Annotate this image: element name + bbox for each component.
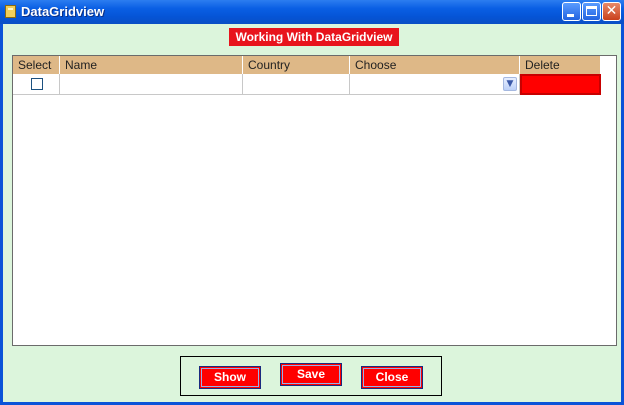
column-header-select[interactable]: Select: [13, 56, 60, 74]
maximize-icon: [586, 6, 597, 16]
form-client-area: Working With DataGridview Select Name Co…: [3, 24, 621, 402]
show-button[interactable]: Show: [199, 366, 261, 389]
name-cell[interactable]: [60, 74, 243, 95]
maximize-button[interactable]: [582, 2, 601, 21]
table-row: ▼: [13, 74, 601, 95]
app-window: DataGridview ✕ Working With DataGridview…: [0, 0, 624, 405]
window-title: DataGridview: [21, 4, 105, 19]
minimize-icon: [567, 14, 574, 17]
close-button[interactable]: Close: [361, 366, 423, 389]
data-grid[interactable]: Select Name Country Choose Delete ▼: [12, 55, 617, 346]
select-cell[interactable]: [13, 74, 60, 95]
form-heading: Working With DataGridview: [229, 28, 399, 46]
delete-button-cell[interactable]: [520, 74, 601, 95]
column-header-delete[interactable]: Delete: [520, 56, 601, 74]
close-icon: ✕: [605, 3, 618, 19]
close-window-button[interactable]: ✕: [602, 2, 621, 21]
chevron-down-icon[interactable]: ▼: [503, 77, 517, 91]
column-header-name[interactable]: Name: [60, 56, 243, 74]
save-button[interactable]: Save: [280, 363, 342, 386]
form-icon: [5, 5, 16, 18]
choose-combobox-cell[interactable]: ▼: [350, 74, 520, 95]
minimize-button[interactable]: [562, 2, 581, 21]
select-checkbox[interactable]: [31, 78, 43, 90]
title-bar[interactable]: DataGridview ✕: [0, 0, 624, 24]
column-header-country[interactable]: Country: [243, 56, 350, 74]
column-header-choose[interactable]: Choose: [350, 56, 520, 74]
button-panel: Show Save Close: [180, 356, 442, 396]
country-cell[interactable]: [243, 74, 350, 95]
